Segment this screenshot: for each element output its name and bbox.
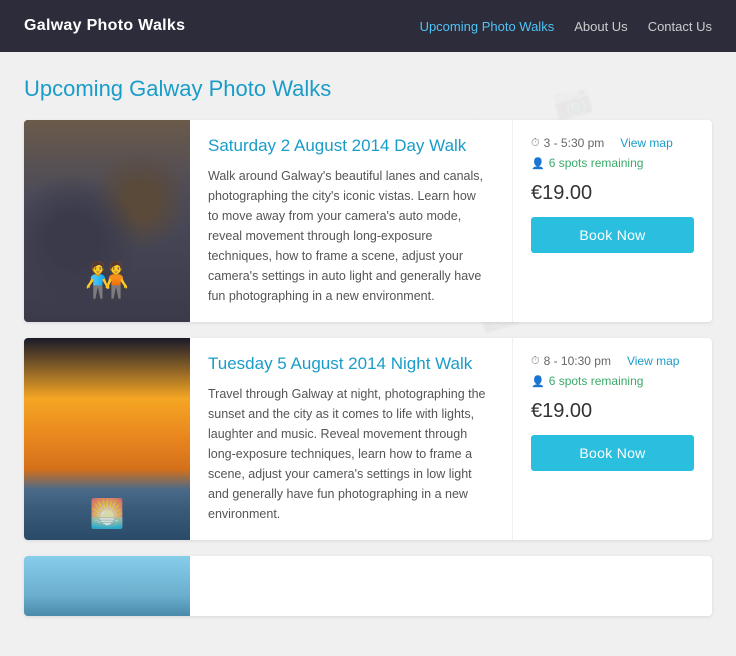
- view-map-link-2[interactable]: View map: [627, 354, 679, 368]
- walk-sidebar-1: ⏱ 3 - 5:30 pm View map 👤 6 spots remaini…: [512, 120, 712, 322]
- person-icon-2: 👤: [531, 375, 545, 388]
- main-content: 📷 📷 📷 📷 📷 📷 📷 Upcoming Galway Photo Walk…: [0, 52, 736, 656]
- view-map-link-1[interactable]: View map: [620, 136, 672, 150]
- walk-description-2: Travel through Galway at night, photogra…: [208, 384, 488, 524]
- walk-body-1: Saturday 2 August 2014 Day Walk Walk aro…: [190, 120, 512, 322]
- clock-icon-2: ⏱: [531, 355, 540, 368]
- walk-body-2: Tuesday 5 August 2014 Night Walk Travel …: [190, 338, 512, 540]
- walk-image-2: [24, 338, 190, 540]
- nav-about-us[interactable]: About Us: [574, 19, 627, 34]
- walk-time-1: ⏱ 3 - 5:30 pm: [531, 136, 604, 150]
- walk-meta-2: ⏱ 8 - 10:30 pm View map: [531, 354, 679, 368]
- spots-remaining-1: 👤 6 spots remaining: [531, 156, 643, 170]
- nav-contact-us[interactable]: Contact Us: [648, 19, 712, 34]
- walk-time-2: ⏱ 8 - 10:30 pm: [531, 354, 611, 368]
- main-nav: Upcoming Photo Walks About Us Contact Us: [420, 19, 712, 34]
- walk-card-2: Tuesday 5 August 2014 Night Walk Travel …: [24, 338, 712, 540]
- book-now-button-1[interactable]: Book Now: [531, 217, 694, 253]
- walk-price-1: €19.00: [531, 182, 592, 205]
- walk-title-1: Saturday 2 August 2014 Day Walk: [208, 136, 494, 156]
- walk-card-3: [24, 556, 712, 616]
- walk-price-2: €19.00: [531, 400, 592, 423]
- walk-sidebar-2: ⏱ 8 - 10:30 pm View map 👤 6 spots remain…: [512, 338, 712, 540]
- site-logo: Galway Photo Walks: [24, 17, 185, 35]
- clock-icon-1: ⏱: [531, 137, 540, 150]
- walk-image-3: [24, 556, 190, 616]
- spots-remaining-2: 👤 6 spots remaining: [531, 374, 643, 388]
- walk-description-1: Walk around Galway's beautiful lanes and…: [208, 166, 488, 306]
- walk-photo-sunset: [24, 338, 190, 540]
- page-title: Upcoming Galway Photo Walks: [24, 76, 712, 102]
- walk-photo-graffiti: [24, 120, 190, 322]
- walk-card-1: Saturday 2 August 2014 Day Walk Walk aro…: [24, 120, 712, 322]
- site-header: Galway Photo Walks Upcoming Photo Walks …: [0, 0, 736, 52]
- walk-photo-coastal: [24, 556, 190, 616]
- nav-upcoming-walks[interactable]: Upcoming Photo Walks: [420, 19, 555, 34]
- walk-meta-1: ⏱ 3 - 5:30 pm View map: [531, 136, 673, 150]
- person-icon-1: 👤: [531, 157, 545, 170]
- book-now-button-2[interactable]: Book Now: [531, 435, 694, 471]
- walk-title-2: Tuesday 5 August 2014 Night Walk: [208, 354, 494, 374]
- walk-image-1: [24, 120, 190, 322]
